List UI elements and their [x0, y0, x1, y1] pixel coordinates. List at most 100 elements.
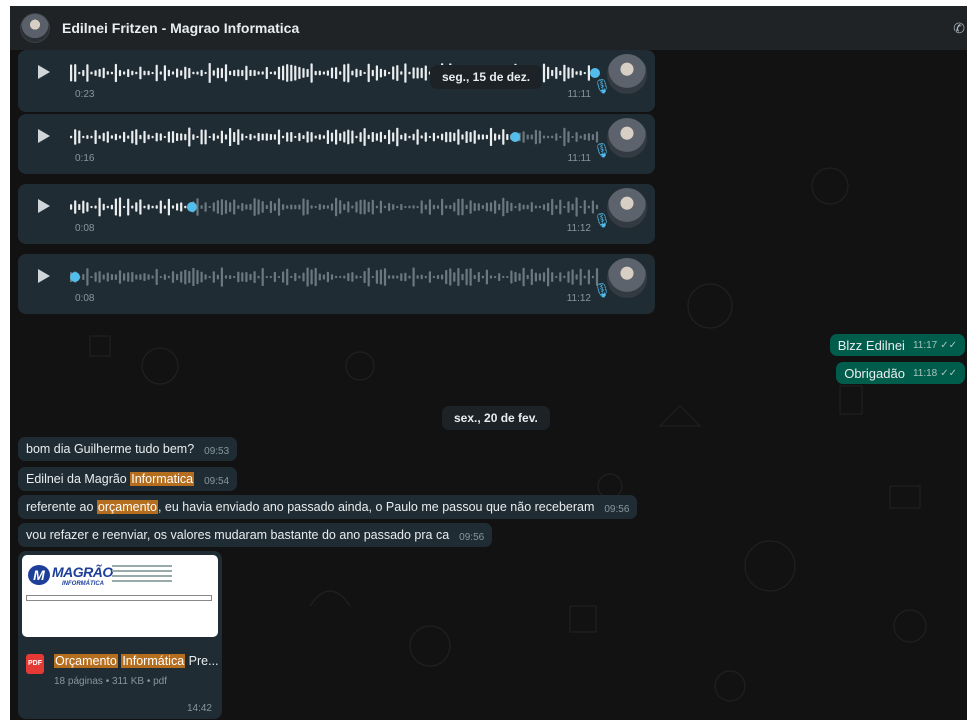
waveform-bar: [171, 131, 175, 143]
message-text: vou refazer e reenviar, os valores mudar…: [26, 528, 450, 542]
playback-position-handle[interactable]: [70, 272, 80, 282]
contact-avatar[interactable]: [20, 13, 50, 43]
incoming-message[interactable]: vou refazer e reenviar, os valores mudar…: [18, 523, 493, 547]
waveform-bar: [102, 203, 105, 211]
waveform-bar: [82, 200, 85, 214]
phone-icon[interactable]: ✆: [953, 20, 965, 37]
waveform-bar: [90, 135, 93, 139]
message-time: 11:11: [567, 153, 591, 164]
waveform-bar: [420, 274, 423, 280]
waveform-bar: [131, 272, 134, 282]
waveform-bar: [388, 129, 391, 145]
document-info[interactable]: PDF Orçamento Informática Pre... 18 pági…: [18, 637, 222, 719]
waveform-bar: [420, 67, 423, 79]
waveform-bar: [551, 135, 554, 139]
waveform-bar: [494, 200, 497, 214]
waveform-bar: [123, 273, 126, 281]
waveform-bar: [131, 130, 134, 144]
waveform-bar: [212, 202, 215, 212]
play-icon[interactable]: [38, 269, 50, 283]
waveform-bar: [563, 127, 566, 147]
waveform-bar: [147, 274, 150, 280]
waveform-bar: [167, 69, 170, 77]
waveform-bar: [257, 275, 260, 279]
message-time: 11:17: [912, 339, 938, 351]
mic-icon: 🎙: [593, 78, 611, 94]
waveform-bar: [428, 271, 431, 283]
waveform-bar: [286, 132, 289, 142]
waveform-bar: [282, 204, 285, 210]
document-preview[interactable]: M MAGRÃO INFORMÁTICA: [22, 555, 218, 637]
waveform-bar: [506, 134, 509, 140]
document-message[interactable]: M MAGRÃO INFORMÁTICA PDF Orçamento Infor…: [18, 551, 222, 719]
waveform-bar: [424, 132, 427, 142]
voice-message[interactable]: 0:08 11:12 🎙: [18, 254, 655, 314]
waveform-bar: [330, 132, 334, 142]
search-highlight: orçamento: [96, 500, 158, 514]
incoming-message[interactable]: referente ao orçamento, eu havia enviado…: [18, 495, 638, 519]
message-text: Blzz Edilnei: [837, 337, 905, 353]
waveform-bar: [339, 200, 342, 214]
play-icon[interactable]: [38, 65, 50, 79]
waveform-bar: [494, 276, 497, 279]
voice-message[interactable]: 0:23 11:11 🎙: [18, 50, 655, 112]
waveform-bar: [98, 135, 101, 139]
waveform-bar: [159, 276, 162, 278]
waveform-bar: [518, 203, 521, 212]
search-highlight: Orçamento: [54, 654, 118, 668]
waveform-bar: [400, 71, 403, 75]
waveform-bar: [489, 127, 493, 146]
waveform-bar: [171, 205, 175, 209]
waveform-bar: [196, 135, 199, 138]
playback-position-handle[interactable]: [186, 202, 197, 212]
incoming-message[interactable]: bom dia Guilherme tudo bem? 09:53: [18, 437, 238, 461]
waveform-bar: [188, 271, 191, 283]
waveform-bar: [359, 276, 362, 278]
waveform[interactable]: [70, 196, 600, 218]
waveform-bar: [82, 274, 85, 280]
message-time: 09:53: [204, 445, 230, 457]
voice-message[interactable]: 0:16 11:11 🎙: [18, 114, 655, 174]
waveform-bar: [343, 64, 346, 82]
waveform[interactable]: [70, 126, 600, 148]
contact-name[interactable]: Edilnei Fritzen - Magrao Informatica: [62, 20, 299, 36]
waveform-bar: [261, 133, 264, 141]
waveform-bar: [388, 203, 391, 212]
waveform-bar: [502, 129, 505, 145]
voice-duration: 0:23: [75, 89, 95, 100]
waveform[interactable]: [70, 266, 600, 288]
waveform-bar: [551, 272, 554, 282]
document-name[interactable]: Orçamento Informática Pre...: [54, 654, 219, 668]
waveform-bar: [106, 205, 109, 209]
waveform-bar: [102, 67, 105, 79]
playback-position-handle[interactable]: [590, 68, 600, 78]
sender-avatar: [607, 258, 647, 298]
incoming-message[interactable]: Edilnei da Magrão Informatica 09:54: [18, 467, 238, 491]
outgoing-message[interactable]: Blzz Edilnei 11:17 ✓✓: [829, 334, 965, 356]
waveform-bar: [355, 68, 358, 78]
document-meta: 18 páginas • 311 KB • pdf: [54, 676, 168, 687]
waveform-bar: [359, 70, 362, 76]
voice-message[interactable]: 0:08 11:12 🎙: [18, 184, 655, 244]
waveform-bar: [355, 275, 358, 279]
waveform-bar: [335, 275, 338, 279]
waveform-bar: [375, 133, 378, 141]
waveform-bar: [432, 204, 435, 210]
waveform-bar: [555, 67, 558, 79]
waveform-bar: [408, 135, 411, 139]
waveform-bar: [412, 133, 415, 141]
play-icon[interactable]: [38, 199, 50, 213]
playback-position-handle[interactable]: [510, 132, 521, 142]
outgoing-message[interactable]: Obrigadão 11:18 ✓✓: [836, 362, 965, 384]
waveform-bar: [388, 71, 391, 75]
waveform-bar: [253, 271, 256, 283]
waveform-bar: [229, 202, 232, 212]
search-highlight: Informática: [121, 654, 186, 668]
play-icon[interactable]: [38, 129, 50, 143]
waveform-bar: [310, 205, 313, 209]
waveform-bar: [241, 203, 244, 211]
waveform-bar: [224, 200, 228, 214]
chat-header[interactable]: Edilnei Fritzen - Magrao Informatica ✆: [10, 6, 967, 50]
waveform-bar: [526, 204, 529, 210]
waveform-bar: [489, 202, 493, 212]
